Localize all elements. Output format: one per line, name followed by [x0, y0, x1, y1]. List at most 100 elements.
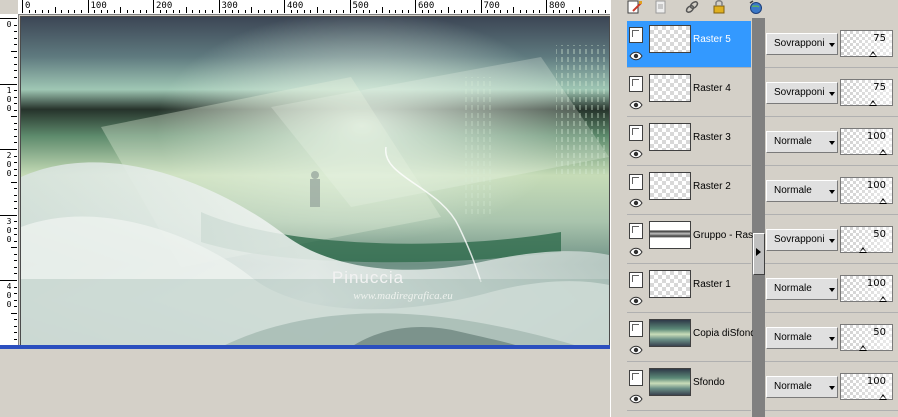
layer-row[interactable]: Copia diSfondo Normale 50 [625, 314, 898, 363]
opacity-slider[interactable]: 100 [840, 275, 893, 302]
ruler-minor-tick [303, 10, 305, 13]
ruler-minor-tick [14, 175, 17, 177]
eye-icon[interactable] [629, 393, 643, 405]
blend-mode-dropdown[interactable]: Normale [766, 376, 838, 398]
ruler-label: 200 [156, 1, 173, 11]
image-area[interactable]: Pinuccia www.madiregrafica.eu [20, 16, 610, 348]
layer-properties: Sovrapponi 75 [765, 21, 898, 68]
eye-icon[interactable] [629, 50, 643, 62]
ruler-minor-tick [598, 10, 600, 13]
opacity-slider[interactable]: 50 [840, 324, 893, 351]
ruler-minor-tick [14, 201, 17, 203]
ruler-minor-tick [14, 234, 17, 236]
layer-name: Raster 5 [693, 34, 731, 45]
layer-name: Raster 2 [693, 181, 731, 192]
opacity-marker-icon[interactable] [879, 149, 887, 155]
opacity-slider[interactable]: 100 [840, 177, 893, 204]
ruler-minor-tick [100, 10, 102, 13]
layer-row[interactable]: Raster 3 Normale 100 [625, 118, 898, 167]
opacity-value: 50 [873, 327, 886, 338]
opacity-marker-icon[interactable] [879, 198, 887, 204]
paint-layer-icon[interactable] [627, 0, 643, 14]
opacity-marker-icon[interactable] [869, 51, 877, 57]
eye-icon[interactable] [629, 197, 643, 209]
opacity-slider[interactable]: 75 [840, 30, 893, 57]
ruler-minor-tick [146, 10, 148, 13]
opacity-value: 100 [866, 180, 886, 191]
ruler-minor-tick [277, 10, 279, 13]
ruler-tick [415, 0, 416, 13]
ruler-minor-tick [14, 63, 17, 65]
ruler-corner [0, 0, 19, 15]
layers-toolbar [611, 0, 898, 18]
ruler-minor-tick [493, 10, 495, 13]
layer-properties: Normale 100 [765, 119, 898, 166]
eye-icon[interactable] [629, 295, 643, 307]
layer-name-cell[interactable]: Raster 5 [627, 21, 751, 68]
opacity-slider[interactable]: 100 [840, 128, 893, 155]
opacity-marker-icon[interactable] [879, 394, 887, 400]
eye-icon[interactable] [629, 148, 643, 160]
layer-name-cell[interactable]: Raster 3 [627, 119, 751, 166]
ruler-minor-tick [506, 10, 508, 13]
ruler-minor-tick [11, 50, 17, 52]
blend-mode-dropdown[interactable]: Sovrapponi [766, 82, 838, 104]
layer-name-cell[interactable]: Raster 1 [627, 266, 751, 313]
ruler-label: 100 [90, 1, 107, 11]
ruler-minor-tick [578, 7, 580, 13]
blend-mode-value: Normale [774, 136, 812, 147]
ruler-minor-tick [14, 37, 17, 39]
opacity-marker-icon[interactable] [859, 345, 867, 351]
opacity-marker-icon[interactable] [869, 100, 877, 106]
blend-mode-dropdown[interactable]: Sovrapponi [766, 229, 838, 251]
chevron-down-icon [829, 239, 835, 243]
layer-name-cell[interactable]: Copia diSfondo [627, 315, 753, 362]
layer-row[interactable]: Raster 1 Normale 100 [625, 265, 898, 314]
ruler-minor-tick [251, 7, 253, 13]
opacity-marker-icon[interactable] [859, 247, 867, 253]
layer-properties: Sovrapponi 50 [765, 217, 898, 264]
ruler-tick [546, 0, 547, 13]
globe-icon[interactable] [748, 0, 764, 14]
layer-name-cell[interactable]: Raster 2 [627, 168, 751, 215]
ruler-tick [22, 0, 23, 13]
layer-row[interactable]: Raster 2 Normale 100 [625, 167, 898, 216]
new-layer-icon[interactable] [653, 0, 669, 14]
blend-mode-dropdown[interactable]: Sovrapponi [766, 33, 838, 55]
layer-name-cell[interactable]: Raster 4 [627, 70, 751, 117]
ruler-minor-tick [14, 96, 17, 98]
layer-properties: Normale 100 [765, 168, 898, 215]
ruler-minor-tick [14, 325, 17, 327]
layer-name-cell[interactable]: Gruppo - Raste [627, 217, 753, 264]
layer-row[interactable]: Raster 4 Sovrapponi 75 [625, 69, 898, 118]
lock-icon[interactable] [711, 0, 727, 14]
ruler-minor-tick [14, 57, 17, 59]
opacity-slider[interactable]: 50 [840, 226, 893, 253]
canvas-scroll-bar[interactable] [0, 345, 610, 349]
opacity-value: 50 [873, 229, 886, 240]
opacity-slider[interactable]: 75 [840, 79, 893, 106]
layer-properties: Normale 100 [765, 266, 898, 313]
ruler-tick [284, 0, 285, 13]
image-canvas-window: 0 100 200 300 400 500 600 700 800 0 100 200 300 400 [0, 0, 610, 350]
blend-mode-dropdown[interactable]: Normale [766, 180, 838, 202]
blend-mode-dropdown[interactable]: Normale [766, 278, 838, 300]
ruler-minor-tick [14, 207, 17, 209]
ruler-minor-tick [467, 10, 469, 13]
opacity-slider[interactable]: 100 [840, 373, 893, 400]
eye-icon[interactable] [629, 344, 643, 356]
opacity-marker-icon[interactable] [879, 296, 887, 302]
blend-mode-dropdown[interactable]: Normale [766, 131, 838, 153]
eye-icon[interactable] [629, 246, 643, 258]
layer-row[interactable]: Gruppo - Raste Sovrapponi 50 [625, 216, 898, 265]
link-icon[interactable] [684, 0, 700, 14]
ruler-minor-tick [113, 10, 115, 13]
blend-mode-dropdown[interactable]: Normale [766, 327, 838, 349]
layer-thumbnail [649, 74, 691, 102]
eye-icon[interactable] [629, 99, 643, 111]
layer-name: Sfondo [693, 377, 725, 388]
layer-row[interactable]: Raster 5 Sovrapponi 75 [625, 20, 898, 69]
layer-name-cell[interactable]: Sfondo [627, 364, 751, 411]
chevron-down-icon [829, 190, 835, 194]
layer-row[interactable]: Sfondo Normale 100 [625, 363, 898, 412]
